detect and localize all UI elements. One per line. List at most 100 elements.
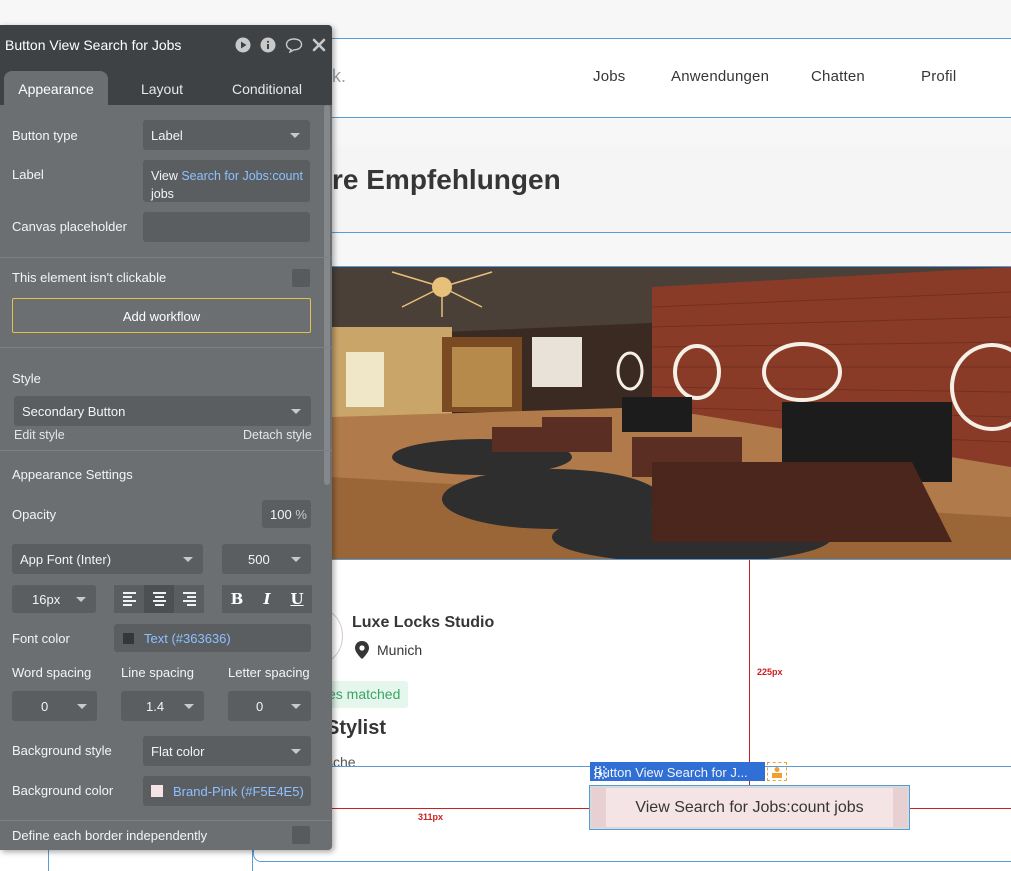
- divider: [0, 347, 332, 348]
- button-type-dropdown[interactable]: Label: [143, 120, 310, 150]
- chevron-down-icon: [291, 557, 301, 562]
- canvas-placeholder-input[interactable]: [143, 212, 310, 242]
- button-type-label: Button type: [12, 128, 78, 143]
- text-align-group: [114, 585, 204, 613]
- font-family-dropdown[interactable]: App Font (Inter): [12, 544, 203, 574]
- nav-profil[interactable]: Profil: [921, 68, 956, 85]
- salon-image[interactable]: [332, 266, 1011, 560]
- nav-anwendungen[interactable]: Anwendungen: [671, 68, 769, 85]
- app-logo: k.: [332, 66, 347, 86]
- chevron-down-icon: [76, 597, 86, 602]
- letter-spacing-dropdown[interactable]: 0: [228, 691, 311, 721]
- person-icon[interactable]: [767, 762, 787, 781]
- panel-scrollbar[interactable]: [324, 105, 330, 485]
- bold-button[interactable]: B: [222, 585, 252, 613]
- play-icon[interactable]: [235, 37, 251, 53]
- font-weight-dropdown[interactable]: 500: [222, 544, 311, 574]
- word-spacing-dropdown[interactable]: 0: [12, 691, 97, 721]
- background-style-dropdown[interactable]: Flat color: [143, 736, 311, 766]
- property-editor: Button View Search for Jobs Appearance L…: [0, 25, 332, 850]
- background-style-value: Flat color: [151, 744, 205, 759]
- line-spacing-dropdown[interactable]: 1.4: [121, 691, 204, 721]
- font-color-swatch: [123, 633, 134, 644]
- label-dynamic-expression[interactable]: Search for Jobs:count: [181, 169, 303, 183]
- appearance-settings-heading: Appearance Settings: [12, 467, 133, 482]
- word-spacing-label: Word spacing: [12, 665, 92, 680]
- background-style-label: Background style: [12, 743, 112, 758]
- text-format-group: B I U: [222, 585, 312, 613]
- align-right-icon[interactable]: [174, 585, 204, 613]
- style-value: Secondary Button: [22, 404, 126, 419]
- align-center-icon[interactable]: [144, 585, 174, 613]
- guide-line: [252, 850, 253, 871]
- guide-line: [48, 850, 49, 871]
- edit-style-link[interactable]: Edit style: [14, 428, 65, 442]
- align-left-icon[interactable]: [114, 585, 144, 613]
- chevron-down-icon: [183, 557, 193, 562]
- style-label: Style: [12, 371, 41, 386]
- label-input[interactable]: View Search for Jobs:count jobs: [143, 160, 310, 202]
- font-size-dropdown[interactable]: 16px: [12, 585, 96, 613]
- line-spacing-value: 1.4: [146, 699, 165, 714]
- not-clickable-checkbox[interactable]: [292, 269, 310, 287]
- nav-chatten[interactable]: Chatten: [811, 68, 865, 85]
- divider: [0, 450, 332, 451]
- opacity-unit: %: [295, 507, 307, 522]
- font-color-label: Font color: [12, 631, 70, 646]
- background-color-swatch: [151, 785, 163, 797]
- style-dropdown[interactable]: Secondary Button: [14, 396, 311, 426]
- property-tabs: Appearance Layout Conditional: [0, 65, 332, 105]
- opacity-value: 100: [270, 507, 292, 522]
- detach-style-link[interactable]: Detach style: [243, 428, 312, 442]
- canvas-placeholder-label: Canvas placeholder: [12, 219, 127, 234]
- label-static-prefix: View: [151, 169, 182, 183]
- tab-appearance[interactable]: Appearance: [4, 71, 108, 105]
- line-spacing-label: Line spacing: [121, 665, 194, 680]
- tab-layout[interactable]: Layout: [112, 71, 212, 105]
- font-size-value: 16px: [32, 592, 61, 607]
- nav-jobs[interactable]: Jobs: [593, 68, 626, 85]
- chevron-down-icon: [290, 133, 300, 138]
- view-search-jobs-button[interactable]: View Search for Jobs:count jobs: [589, 785, 910, 830]
- property-editor-title: Button View Search for Jobs: [5, 37, 182, 53]
- letter-spacing-value: 0: [256, 699, 264, 714]
- distance-label-vertical: 225px: [757, 667, 783, 677]
- font-color-value: Text (#363636): [144, 631, 231, 646]
- divider: [0, 257, 332, 258]
- background-color-value: Brand-Pink (#F5E4E5): [173, 784, 304, 799]
- chevron-down-icon: [184, 704, 194, 709]
- selection-tag-label: Button View Search for J...: [594, 765, 748, 780]
- underline-button[interactable]: U: [282, 585, 312, 613]
- matched-badge: es matched: [322, 681, 409, 708]
- view-search-jobs-button-label: View Search for Jobs:count jobs: [592, 788, 907, 827]
- distance-guide-vertical: [749, 560, 750, 785]
- word-spacing-value: 0: [41, 699, 49, 714]
- tab-conditional[interactable]: Conditional: [214, 71, 320, 105]
- info-icon[interactable]: [260, 37, 276, 53]
- property-editor-header: Button View Search for Jobs: [0, 25, 332, 65]
- chevron-down-icon: [291, 409, 301, 414]
- close-icon[interactable]: [312, 38, 326, 52]
- distance-label-horizontal: 311px: [418, 812, 444, 822]
- comment-icon[interactable]: [285, 37, 303, 53]
- distance-guide-right: [910, 808, 1011, 809]
- button-type-value: Label: [151, 128, 183, 143]
- font-color-picker[interactable]: Text (#363636): [114, 624, 311, 652]
- selection-tag[interactable]: Button View Search for J...: [590, 762, 765, 781]
- border-independent-label: Define each border independently: [12, 828, 208, 843]
- location-pin-icon: [355, 641, 369, 659]
- opacity-label: Opacity: [12, 507, 57, 522]
- label-static-suffix: jobs: [151, 187, 174, 201]
- not-clickable-label: This element isn't clickable: [12, 270, 167, 285]
- border-independent-checkbox[interactable]: [292, 826, 310, 844]
- background-color-picker[interactable]: Brand-Pink (#F5E4E5): [143, 776, 311, 806]
- add-workflow-button[interactable]: Add workflow: [12, 298, 311, 333]
- location-text: Munich: [377, 642, 423, 658]
- chevron-down-icon: [291, 704, 301, 709]
- font-weight-value: 500: [248, 552, 270, 567]
- opacity-input[interactable]: 100 %: [262, 500, 311, 528]
- chevron-down-icon: [77, 704, 87, 709]
- job-title: Stylist: [326, 717, 387, 739]
- italic-button[interactable]: I: [252, 585, 282, 613]
- letter-spacing-label: Letter spacing: [228, 665, 310, 680]
